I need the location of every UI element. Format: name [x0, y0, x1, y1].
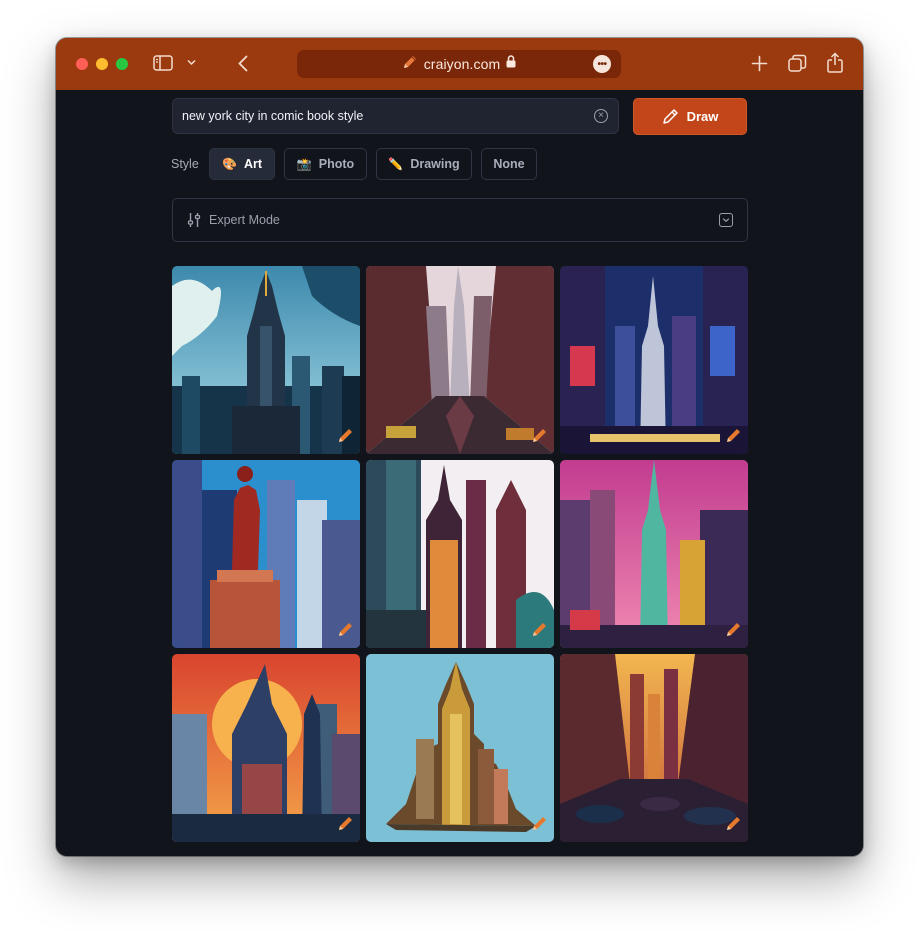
page-content: new york city in comic book style × Draw…	[56, 90, 863, 856]
lock-icon	[506, 55, 516, 73]
browser-window: craiyon.com ••• new york city in comic b…	[56, 38, 863, 856]
edit-pencil-icon[interactable]	[532, 815, 548, 836]
share-icon[interactable]	[827, 52, 843, 73]
pencil-icon: ✏️	[388, 157, 404, 171]
edit-pencil-icon[interactable]	[338, 621, 354, 642]
sidebar-icon[interactable]	[153, 55, 173, 71]
chevron-down-icon[interactable]	[187, 59, 196, 66]
results-grid	[172, 266, 748, 842]
result-image-9[interactable]	[560, 654, 748, 842]
style-option-photo[interactable]: 📸 Photo	[284, 148, 367, 180]
url-text: craiyon.com	[423, 56, 501, 72]
result-image-6[interactable]	[560, 460, 748, 648]
style-option-label: Drawing	[410, 157, 460, 171]
result-image-7[interactable]	[172, 654, 360, 842]
result-image-1[interactable]	[172, 266, 360, 454]
result-image-4[interactable]	[172, 460, 360, 648]
style-option-none[interactable]: None	[481, 148, 537, 180]
clear-input-icon[interactable]: ×	[594, 109, 608, 123]
new-tab-icon[interactable]	[751, 55, 768, 72]
craiyon-pencil-icon	[402, 54, 418, 75]
chevron-down-icon	[719, 213, 733, 227]
edit-pencil-icon[interactable]	[532, 427, 548, 448]
result-image-8[interactable]	[366, 654, 554, 842]
edit-pencil-icon[interactable]	[338, 815, 354, 836]
style-option-art[interactable]: 🎨 Art	[209, 148, 275, 180]
edit-pencil-icon[interactable]	[532, 621, 548, 642]
minimize-window-button[interactable]	[96, 58, 108, 70]
edit-pencil-icon[interactable]	[338, 427, 354, 448]
zoom-window-button[interactable]	[116, 58, 128, 70]
edit-pencil-icon[interactable]	[726, 815, 742, 836]
result-image-5[interactable]	[366, 460, 554, 648]
prompt-text[interactable]: new york city in comic book style	[182, 109, 363, 123]
expert-mode-toggle[interactable]: Expert Mode	[172, 198, 748, 242]
draw-button-label: Draw	[686, 109, 719, 124]
style-option-label: None	[493, 157, 525, 171]
palette-icon: 🎨	[221, 157, 237, 171]
close-window-button[interactable]	[76, 58, 88, 70]
style-label: Style	[171, 157, 199, 171]
pencil-icon	[662, 109, 678, 124]
prompt-input[interactable]: new york city in comic book style ×	[172, 98, 619, 134]
draw-button[interactable]: Draw	[633, 98, 747, 135]
edit-pencil-icon[interactable]	[726, 621, 742, 642]
tab-overview-icon[interactable]	[788, 54, 807, 73]
browser-toolbar: craiyon.com •••	[56, 38, 863, 90]
more-options-icon[interactable]: •••	[593, 55, 611, 73]
result-image-2[interactable]	[366, 266, 554, 454]
address-bar[interactable]: craiyon.com •••	[297, 50, 621, 78]
expert-mode-label: Expert Mode	[209, 213, 280, 227]
style-option-label: Photo	[318, 157, 355, 171]
sliders-icon	[187, 212, 201, 233]
result-image-3[interactable]	[560, 266, 748, 454]
edit-pencil-icon[interactable]	[726, 427, 742, 448]
style-option-drawing[interactable]: ✏️ Drawing	[376, 148, 472, 180]
camera-icon: 📸	[296, 157, 312, 171]
back-icon[interactable]	[238, 55, 248, 72]
style-option-label: Art	[243, 157, 262, 171]
